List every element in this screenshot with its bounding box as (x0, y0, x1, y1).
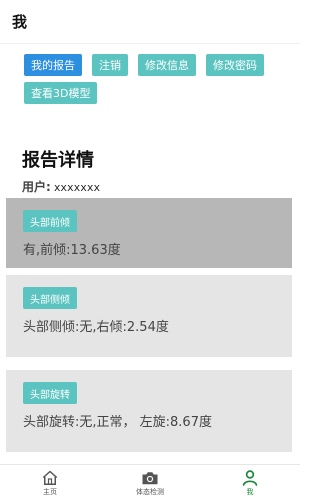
section-text: 有,前倾:13.63度 (23, 243, 121, 258)
nav-me[interactable]: 我 (200, 465, 300, 500)
report-card-head-tilt[interactable]: 头部侧倾 头部侧倾:无,右倾:2.54度 (6, 275, 292, 357)
view-3d-model-button[interactable]: 查看3D模型 (24, 82, 98, 104)
camera-icon (142, 471, 158, 484)
action-buttons: 我的报告 注销 修改信息 修改密码 查看3D模型 (0, 44, 300, 104)
section-text: 头部侧倾:无,右倾:2.54度 (23, 320, 169, 335)
logout-button[interactable]: 注销 (92, 54, 128, 76)
my-report-button[interactable]: 我的报告 (24, 54, 82, 76)
change-password-button[interactable]: 修改密码 (206, 54, 264, 76)
user-row: 用户: xxxxxxx (0, 178, 300, 195)
bottom-nav: 主页 体态检测 我 (0, 464, 300, 500)
report-card-head-forward[interactable]: 头部前倾 有,前倾:13.63度 (6, 198, 292, 268)
section-tag[interactable]: 头部前倾 (23, 210, 77, 232)
report-card-head-rotation[interactable]: 头部旋转 头部旋转:无,正常， 左旋:8.67度 (6, 370, 292, 452)
nav-home[interactable]: 主页 (0, 465, 100, 500)
home-icon (42, 470, 58, 485)
user-value: xxxxxxx (53, 181, 101, 194)
section-text: 头部旋转:无,正常， 左旋:8.67度 (23, 415, 212, 430)
user-label: 用户: (22, 180, 51, 194)
top-bar: 我 (0, 0, 300, 44)
section-tag[interactable]: 头部旋转 (23, 382, 77, 404)
nav-me-label: 我 (246, 487, 254, 496)
report-title: 报告详情 (22, 150, 94, 171)
section-tag[interactable]: 头部侧倾 (23, 287, 77, 309)
nav-home-label: 主页 (43, 487, 57, 496)
page-title: 我 (12, 13, 28, 31)
edit-info-button[interactable]: 修改信息 (138, 54, 196, 76)
person-icon (242, 469, 258, 486)
nav-posture-detection[interactable]: 体态检测 (100, 465, 200, 500)
nav-posture-label: 体态检测 (136, 487, 164, 496)
